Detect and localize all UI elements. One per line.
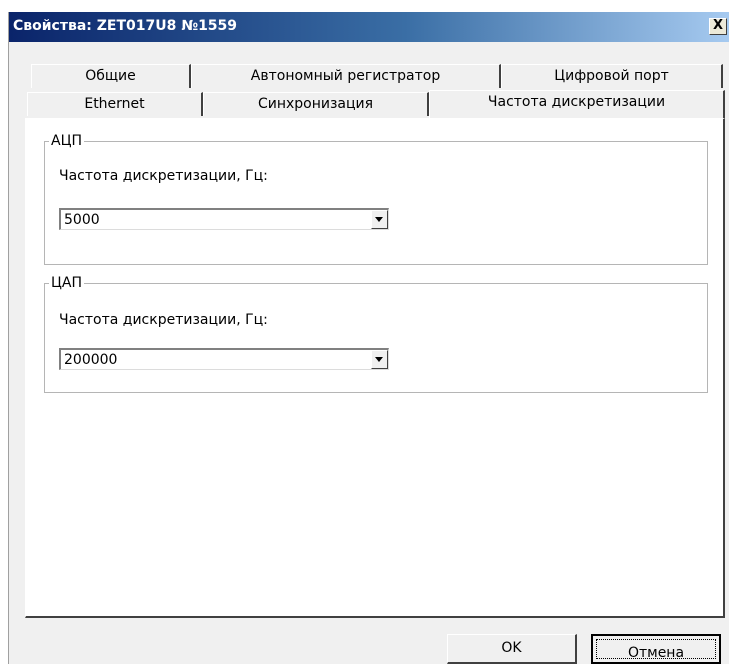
dac-dropdown-button[interactable] [371,350,388,369]
ok-button-label: OK [501,640,522,656]
tab-label: Автономный регистратор [250,68,441,84]
window-title: Свойства: ZET017U8 №1559 [13,18,238,34]
ok-button[interactable]: OK [447,634,577,664]
adc-sampling-rate-label: Частота дискретизации, Гц: [59,168,268,184]
adc-sampling-rate-select[interactable]: 5000 [59,208,389,230]
tab-label: Синхронизация [257,96,374,112]
close-button[interactable]: X [709,18,727,35]
tab-synchronization[interactable]: Синхронизация [203,92,429,116]
tab-digital-port[interactable]: Цифровой порт [501,64,723,88]
chevron-down-icon [375,357,383,362]
tab-label: Цифровой порт [554,68,669,84]
tab-label: Частота дискретизации [487,94,666,110]
dac-group-label: ЦАП [49,275,84,291]
dac-group: ЦАП Частота дискретизации, Гц: 200000 [44,275,708,393]
dac-sampling-rate-label: Частота дискретизации, Гц: [59,312,268,328]
title-bar[interactable]: Свойства: ZET017U8 №1559 X [9,12,729,42]
tab-autonomous-recorder[interactable]: Автономный регистратор [191,64,501,88]
dac-sampling-rate-select[interactable]: 200000 [59,348,389,370]
tab-panel-sampling-rate: АЦП Частота дискретизации, Гц: 5000 ЦАП … [25,118,725,618]
tab-ethernet[interactable]: Ethernet [27,92,203,116]
cancel-button-label: Отмена [627,645,685,661]
tab-sampling-rate[interactable]: Частота дискретизации [429,90,725,118]
adc-sampling-rate-value: 5000 [64,212,100,228]
tab-general[interactable]: Общие [31,64,191,88]
tab-label: Общие [85,68,136,84]
focus-rect: Отмена [596,639,716,661]
adc-group: АЦП Частота дискретизации, Гц: 5000 [44,133,708,265]
cancel-button[interactable]: Отмена [591,634,721,664]
dac-sampling-rate-value: 200000 [64,352,118,368]
chevron-down-icon [375,217,383,222]
adc-group-label: АЦП [49,133,84,149]
adc-dropdown-button[interactable] [371,210,388,229]
properties-dialog: Свойства: ZET017U8 №1559 X Общие Автоном… [8,12,729,664]
close-icon: X [712,18,724,33]
tab-label: Ethernet [84,96,145,112]
